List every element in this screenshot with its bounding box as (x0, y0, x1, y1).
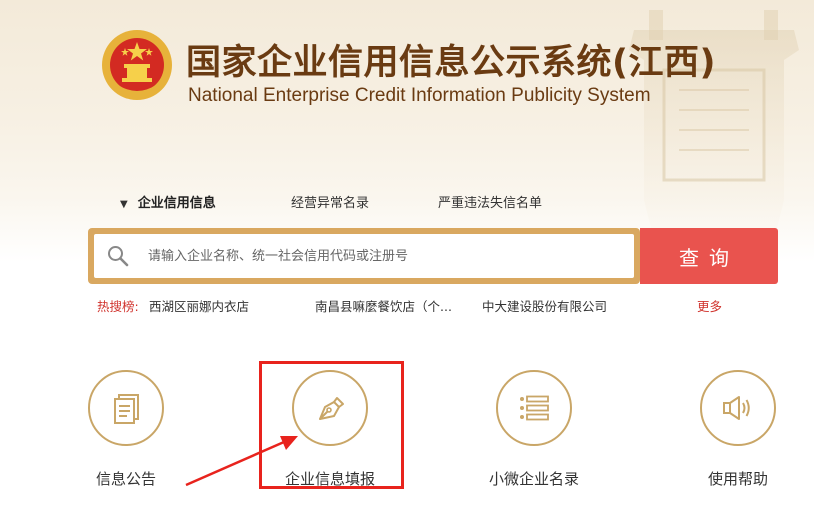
more-link[interactable]: 更多 (697, 296, 722, 315)
feature-circle (700, 370, 776, 446)
hot-search-label: 热搜榜: (97, 299, 139, 314)
feature-label: 使用帮助 (707, 470, 768, 488)
search-input[interactable] (148, 234, 618, 278)
tab-label: 严重违法失信名单 (438, 196, 543, 211)
feature-info-announcement[interactable]: 信息公告 (61, 370, 191, 500)
national-emblem-icon (102, 30, 172, 100)
feature-small-micro-directory[interactable]: 小微企业名录 (469, 370, 599, 500)
tab-abnormal-operations[interactable]: 经营异常名录 (291, 192, 369, 211)
search-box (88, 228, 640, 284)
tab-serious-violations[interactable]: 严重违法失信名单 (438, 192, 542, 211)
tab-label: 经营异常名录 (291, 196, 370, 211)
search-field-wrapper (94, 234, 634, 278)
hot-search-item[interactable]: 南昌县嘛麼餐饮店（个... (315, 296, 452, 315)
speaker-icon (723, 396, 750, 420)
tab-label: 企业信用信息 (137, 196, 216, 211)
header-banner: 国家企业信用信息公示系统(江西) National Enterprise Cre… (0, 0, 814, 262)
caret-down-icon: ▼ (120, 199, 128, 210)
feature-label: 信息公告 (95, 470, 156, 488)
hot-search-item[interactable]: 中大建设股份有限公司 (482, 296, 607, 315)
pointer-arrow (185, 436, 298, 487)
search-icon (108, 246, 129, 267)
search-button[interactable]: 查询 (640, 228, 778, 284)
list-icon (520, 395, 549, 421)
feature-circle (88, 370, 164, 446)
tab-enterprise-credit[interactable]: ▼ 企业信用信息 (120, 192, 216, 211)
document-icon (114, 394, 139, 424)
feature-label: 小微企业名录 (488, 470, 579, 488)
feature-usage-help[interactable]: 使用帮助 (673, 370, 803, 500)
feature-circle (496, 370, 572, 446)
hot-search-item[interactable]: 西湖区丽娜内衣店 (149, 296, 249, 315)
hot-search-bar: 热搜榜: 西湖区丽娜内衣店 南昌县嘛麼餐饮店（个... 中大建设股份有限公司 更… (0, 296, 814, 316)
page-title: 国家企业信用信息公示系统(江西) (186, 43, 716, 83)
page-subtitle: National Enterprise Credit Information P… (188, 85, 651, 106)
